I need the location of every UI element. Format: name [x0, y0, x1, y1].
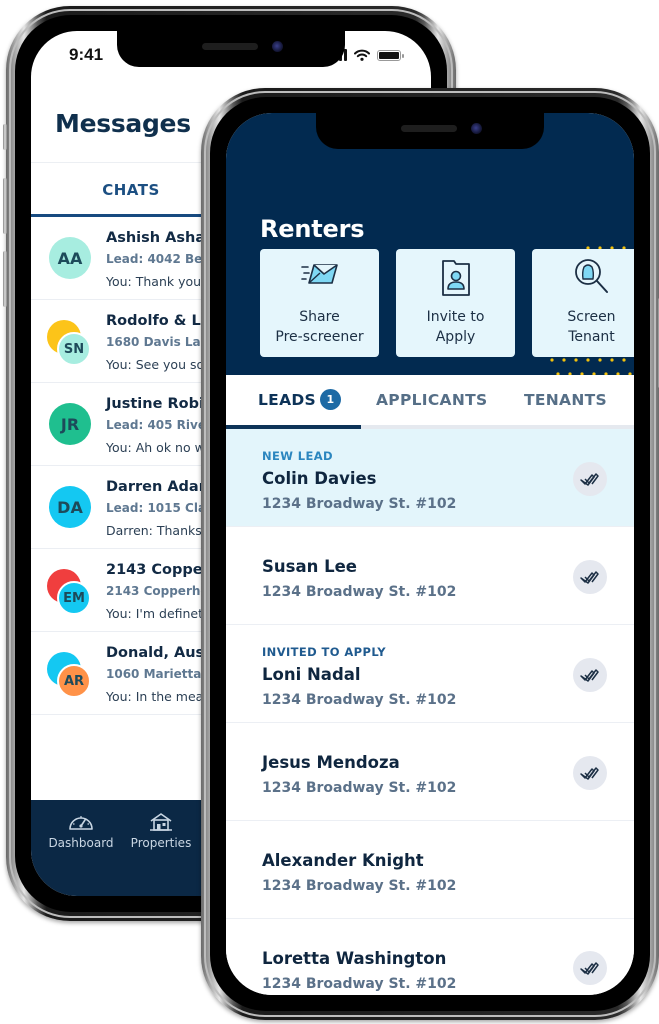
chat-preview: You: Ah ok no wo [106, 440, 213, 455]
mark-read-button[interactable] [573, 951, 607, 985]
lead-address: 1234 Broadway St. #102 [262, 780, 457, 796]
decorative-dot [574, 358, 578, 362]
lead-address: 1234 Broadway St. #102 [262, 496, 457, 512]
lead-address: 1234 Broadway St. #102 [262, 584, 457, 600]
share-pre-screener-label-2: Pre-screener [275, 329, 364, 345]
lead-list-item[interactable]: INVITED TO APPLY Loni Nadal 1234 Broadway … [226, 625, 634, 723]
avatar: AR [57, 664, 91, 698]
decorative-dot [562, 358, 566, 362]
house-icon [150, 813, 172, 831]
lead-name: Jesus Mendoza [262, 753, 400, 772]
lead-address: 1234 Broadway St. #102 [262, 692, 457, 708]
notch [117, 31, 345, 67]
status-time: 9:41 [69, 45, 104, 64]
lead-name: Alexander Knight [262, 851, 424, 870]
avatar: DA [49, 486, 91, 528]
lead-list: NEW LEAD Colin Davies 1234 Broadway St. #1… [226, 429, 634, 995]
invite-to-apply-button[interactable]: Invite to Apply [396, 249, 515, 357]
mark-read-button[interactable] [573, 756, 607, 790]
wifi-icon [354, 49, 370, 61]
lead-list-item[interactable]: Susan Lee 1234 Broadway St. #102 [226, 527, 634, 625]
chat-property: Lead: 405 River [106, 418, 212, 432]
double-check-icon [580, 767, 599, 780]
screen-tenant-button[interactable]: Screen Tenant [532, 249, 634, 357]
mark-read-button[interactable] [573, 462, 607, 496]
avatar: EM [57, 581, 91, 615]
share-pre-screener-label-1: Share [299, 309, 340, 325]
mark-read-button[interactable] [573, 560, 607, 594]
notch [316, 113, 544, 149]
search-person-icon [574, 259, 608, 293]
screen-tenant-label-2: Tenant [568, 329, 615, 345]
lead-address: 1234 Broadway St. #102 [262, 878, 457, 894]
envelope-send-icon [300, 264, 338, 284]
double-check-icon [580, 669, 599, 682]
double-check-icon [580, 473, 599, 486]
tab-bar-properties-label: Properties [130, 836, 192, 850]
renters-phone: Renters Share Pre-screener Invite to App… [201, 88, 659, 1020]
tab-tenants[interactable]: TENANTS [524, 375, 607, 425]
tab-applicants[interactable]: APPLICANTS [376, 375, 487, 425]
tab-bar-dashboard[interactable]: Dashboard [41, 812, 121, 850]
chat-preview: You: I'm definetly [106, 606, 214, 621]
mute-switch [3, 124, 7, 150]
contact-folder-icon [441, 260, 470, 296]
avatar: AA [49, 237, 91, 279]
lead-name: Colin Davies [262, 469, 377, 488]
lead-list-item[interactable]: Loretta Washington 1234 Broadway St. #102 [226, 919, 634, 995]
avatar: JR [49, 403, 91, 445]
lead-name: Susan Lee [262, 557, 357, 576]
leads-count-badge: 1 [320, 389, 341, 410]
chat-property: Lead: 1015 Clay [106, 501, 214, 515]
decorative-dot [610, 358, 614, 362]
tab-bar-properties[interactable]: Properties [121, 812, 201, 850]
page-title: Messages [55, 109, 191, 138]
tab-leads-label: LEADS [258, 391, 316, 409]
tab-bar-dashboard-label: Dashboard [48, 836, 114, 850]
speedometer-icon [69, 816, 93, 830]
decorative-dot [550, 358, 554, 362]
decorative-dot [622, 358, 626, 362]
screen-tenant-label-1: Screen [567, 309, 616, 325]
invite-to-apply-label-1: Invite to [426, 309, 485, 325]
decorative-dot [586, 358, 590, 362]
volume-up-button [3, 178, 7, 234]
lead-status-tag: INVITED TO APPLY [262, 645, 386, 659]
decorative-dot [598, 358, 602, 362]
lead-list-item[interactable]: Jesus Mendoza 1234 Broadway St. #102 [226, 723, 634, 821]
battery-icon [377, 49, 404, 61]
renters-tabs: LEADS 1 APPLICANTS TENANTS [226, 375, 634, 429]
renters-screen: Renters Share Pre-screener Invite to App… [226, 113, 634, 995]
volume-down-button [3, 251, 7, 307]
tab-leads[interactable]: LEADS 1 [258, 375, 341, 425]
lead-list-item[interactable]: Alexander Knight 1234 Broadway St. #102 [226, 821, 634, 919]
lead-status-tag: NEW LEAD [262, 449, 333, 463]
double-check-icon [580, 962, 599, 975]
page-title: Renters [260, 215, 365, 243]
invite-to-apply-label-2: Apply [435, 329, 476, 345]
share-pre-screener-button[interactable]: Share Pre-screener [260, 249, 379, 357]
lead-address: 1234 Broadway St. #102 [262, 976, 457, 992]
chat-preview: You: In the meant [106, 689, 217, 704]
lead-list-item[interactable]: NEW LEAD Colin Davies 1234 Broadway St. #1… [226, 429, 634, 527]
lead-name: Loni Nadal [262, 665, 361, 684]
double-check-icon [580, 571, 599, 584]
avatar: SN [57, 332, 91, 366]
renters-header: Renters Share Pre-screener Invite to App… [226, 113, 634, 375]
lead-name: Loretta Washington [262, 949, 447, 968]
mark-read-button[interactable] [573, 658, 607, 692]
